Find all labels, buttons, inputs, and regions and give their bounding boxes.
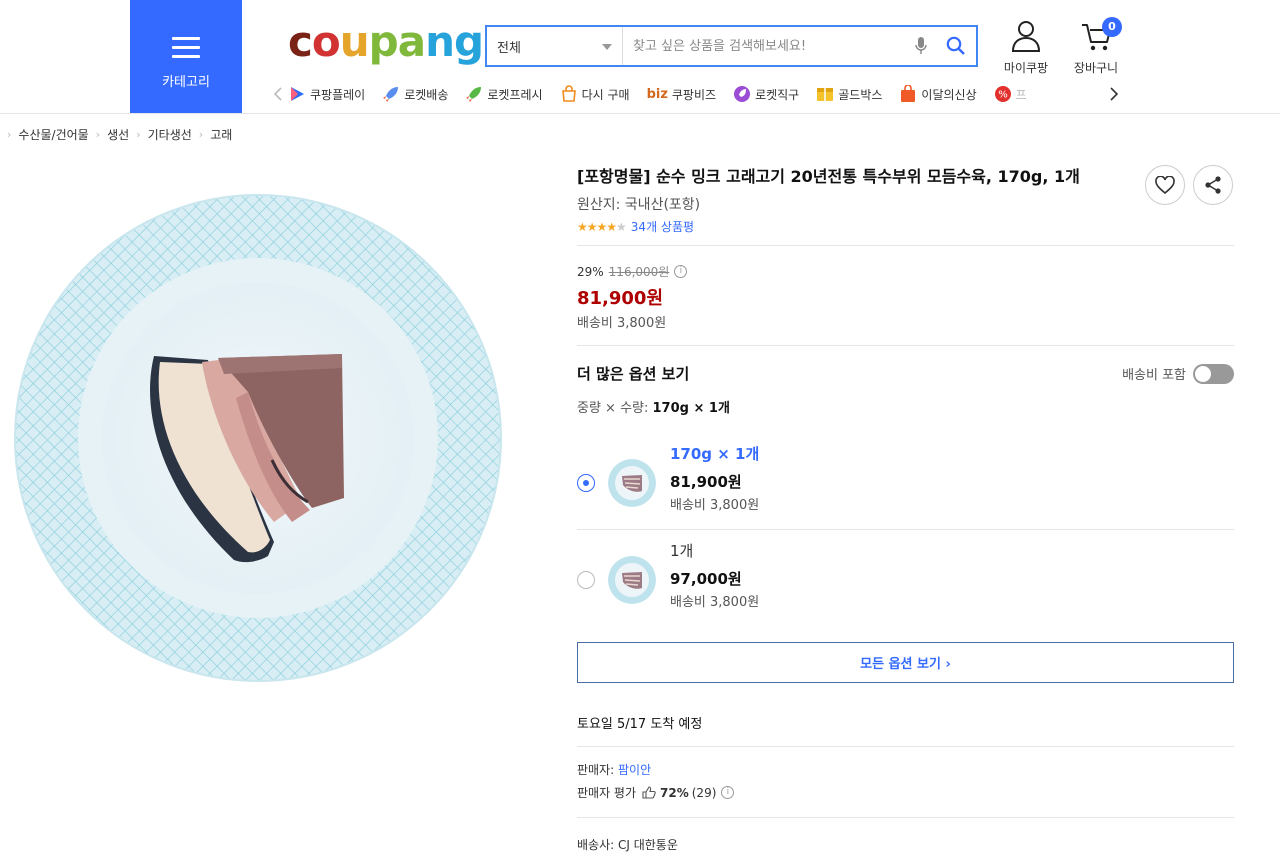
share-icon [1205,176,1221,194]
option-name: 1개 [670,542,694,560]
option-price: 81,900원 [670,473,742,491]
option-shipping: 배송비 3,800원 [670,595,760,610]
heart-icon [1155,176,1175,194]
service-coupang-play[interactable]: 쿠팡플레이 [288,85,365,103]
category-label: 카테고리 [162,75,210,90]
option-radio[interactable] [577,474,595,492]
hamburger-icon [172,37,200,64]
options-heading: 더 많은 옵션 보기 [577,365,690,383]
toggle-switch[interactable] [1193,363,1234,384]
origin-info: 원산지: 국내산(포항) [577,197,701,213]
breadcrumb-item[interactable]: 고래 [210,126,232,143]
carrier-info: 배송사: CJ 대한통운 [577,838,678,852]
info-icon[interactable]: i [674,265,688,278]
seller-link[interactable]: 팜이안 [618,763,651,777]
option-list: 170g × 1개 81,900원 배송비 3,800원 1개 97,000원 … [577,433,1234,626]
option-summary: 중량 × 수량: 170g × 1개 [577,401,730,416]
cart-count-badge: 0 [1102,17,1122,37]
seller-rating-count: (29) [691,785,717,800]
shopping-bag-icon [561,85,576,102]
option-item-1ea[interactable]: 1개 97,000원 배송비 3,800원 [577,530,1234,626]
option-shipping: 배송비 3,800원 [670,498,760,513]
percent-badge-icon: % [994,86,1011,102]
goldbox-icon [817,88,834,101]
service-goldbox[interactable]: 골드박스 [816,85,882,103]
search-icon [946,36,965,55]
delivery-estimate: 토요일 5/17 도착 예정 [577,717,703,732]
chevron-right-icon [1110,87,1118,101]
mic-icon[interactable] [906,27,936,65]
search-bar: 전체 [485,25,978,67]
price-box: 29% 116,000원 i 81,900원 배송비 3,800원 [577,246,1234,331]
option-price: 97,000원 [670,570,742,588]
category-menu-button[interactable]: 카테고리 [130,0,242,113]
breadcrumb-separator: › [7,128,12,141]
my-coupang-button[interactable]: 마이쿠팡 [998,20,1054,76]
discount-rate: 29% [577,264,604,279]
breadcrumb-item[interactable]: 수산물/건어물 [18,126,88,143]
service-rebuy[interactable]: 다시 구매 [560,85,630,103]
seller-info: 판매자: 팜이안 판매자 평가 72% (29) i [577,747,1234,801]
service-shortcut-bar: 쿠팡플레이 로켓배송 로켓프레시 다시 구매 biz 쿠팡비즈 로켓직구 골드박… [268,80,1124,108]
option-item-170g[interactable]: 170g × 1개 81,900원 배송비 3,800원 [577,433,1234,529]
service-rocket-fresh[interactable]: 로켓프레시 [465,85,543,103]
service-rocket-delivery[interactable]: 로켓배송 [382,85,448,103]
option-radio[interactable] [577,571,595,589]
product-title: [포항명물] 순수 밍크 고래고기 20년전통 특수부위 모듬수육, 170g,… [577,167,1080,186]
chevron-down-icon [602,44,612,50]
rocket-fresh-icon [466,87,482,102]
product-info-panel: [포항명물] 순수 밍크 고래고기 20년전통 특수부위 모듬수육, 170g,… [577,165,1234,853]
view-all-options-button[interactable]: 모든 옵션 보기 › [577,642,1234,683]
breadcrumb-item[interactable]: 기타생선 [148,126,192,143]
breadcrumb: › 수산물/건어물 › 생선 › 기타생선 › 고래 [0,126,232,143]
include-shipping-toggle[interactable]: 배송비 포함 [1122,363,1234,384]
original-price: 116,000원 [608,265,670,279]
wishlist-button[interactable] [1145,165,1185,205]
play-icon [291,87,304,101]
divider [577,345,1234,346]
option-name: 170g × 1개 [670,445,760,463]
review-count-link[interactable]: 34개 상품평 [631,218,694,235]
seller-rating-percent: 72% [660,785,689,800]
chevron-left-icon [274,87,282,101]
product-image[interactable] [12,192,504,684]
header-divider [0,113,1280,114]
scroll-left-button[interactable] [268,87,288,101]
search-input[interactable] [623,27,906,65]
option-thumbnail [608,459,656,507]
biz-icon: biz [646,86,668,102]
rocket-icon [383,87,399,102]
rating-row: ★★★★★ 34개 상품평 [577,218,1234,235]
service-coupang-biz[interactable]: biz 쿠팡비즈 [647,86,717,103]
breadcrumb-item[interactable]: 생선 [107,126,129,143]
breadcrumb-separator: › [198,128,204,141]
new-bag-icon [901,85,916,102]
thumbs-up-icon [642,786,656,799]
info-icon[interactable]: i [721,786,735,799]
shipping-fee: 배송비 3,800원 [577,316,667,331]
sale-price: 81,900원 [577,288,664,309]
rocket-global-icon [734,86,751,102]
service-rocket-global[interactable]: 로켓직구 [733,85,799,103]
search-button[interactable] [936,27,976,65]
user-icon [1011,21,1041,52]
coupang-logo[interactable]: coupang [288,14,484,70]
rating-stars: ★★★★★ [577,219,627,234]
search-category-select[interactable]: 전체 [487,27,623,65]
option-thumbnail [608,556,656,604]
breadcrumb-separator: › [95,128,101,141]
service-sale[interactable]: % 프 [994,85,1027,103]
share-button[interactable] [1193,165,1233,205]
breadcrumb-separator: › [136,128,141,141]
svg-text:%: % [998,90,1008,101]
scroll-right-button[interactable] [1104,87,1124,101]
service-monthly-new[interactable]: 이달의신상 [899,85,977,103]
